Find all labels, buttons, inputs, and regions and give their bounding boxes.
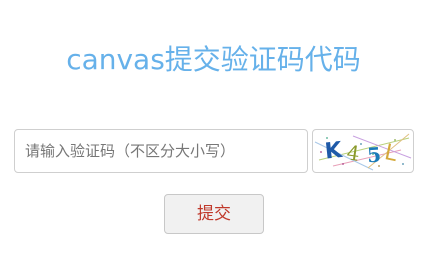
page-title: canvas提交验证码代码 xyxy=(66,43,361,76)
captcha-char: 4 xyxy=(345,140,361,166)
captcha-noise-dot xyxy=(320,151,322,153)
captcha-input[interactable] xyxy=(14,129,308,173)
captcha-image: K 4 5 L xyxy=(314,133,412,171)
captcha-canvas[interactable]: K 4 5 L xyxy=(312,129,414,173)
captcha-noise-dot xyxy=(402,163,404,165)
submit-button[interactable]: 提交 xyxy=(164,194,264,234)
captcha-noise-dot xyxy=(342,163,344,165)
captcha-char: 5 xyxy=(366,142,382,167)
captcha-char: K xyxy=(324,138,345,165)
